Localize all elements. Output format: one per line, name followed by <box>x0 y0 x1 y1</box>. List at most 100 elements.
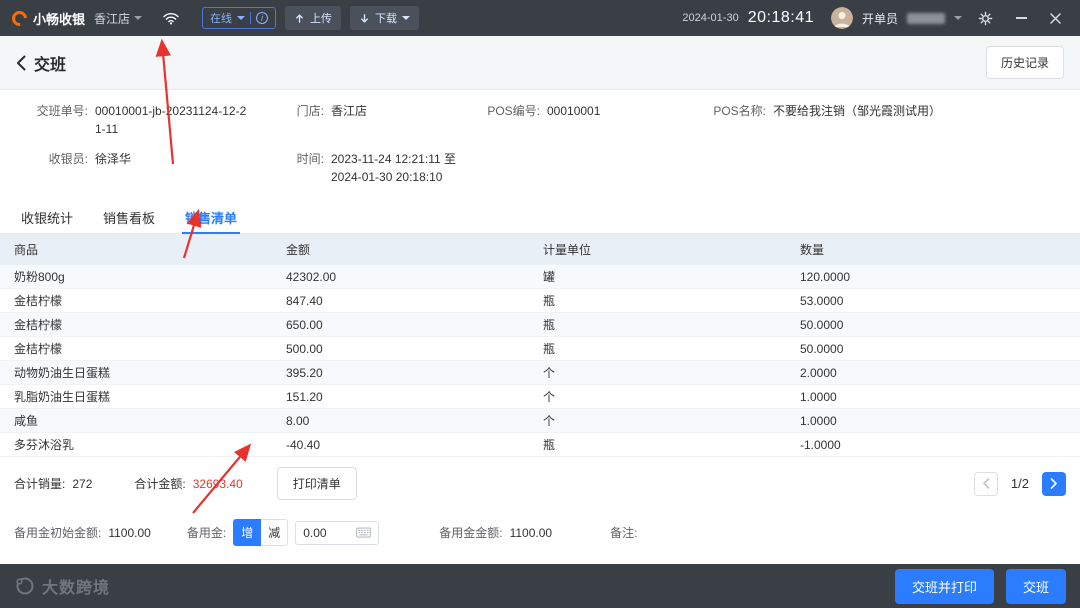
table-cell: 50.0000 <box>786 313 1080 337</box>
reserve-bar: 备用金初始金额: 1100.00 备用金: 增 减 0.00 备用金金额: 11… <box>0 509 1080 556</box>
table-row: 金桔柠檬500.00瓶50.0000 <box>0 337 1080 361</box>
reserve-amount-value: 1100.00 <box>510 526 553 540</box>
app-window: 小畅收银 香江店 在线 i 上传 下载 20 <box>0 0 1080 608</box>
sales-table-header: 商品 金额 计量单位 数量 <box>0 234 1080 265</box>
online-status-selector[interactable]: 在线 i <box>202 7 276 29</box>
store-label: 门店: <box>280 102 324 120</box>
download-button[interactable]: 下载 <box>350 6 419 30</box>
back-button[interactable]: 交班 <box>16 51 66 75</box>
table-cell: 8.00 <box>272 409 529 433</box>
keyboard-icon[interactable] <box>356 527 371 538</box>
tab-bar: 收银统计 销售看板 销售清单 <box>0 202 1080 234</box>
history-button[interactable]: 历史记录 <box>986 46 1064 79</box>
tab-sales-board[interactable]: 销售看板 <box>88 202 170 233</box>
total-amount-label: 合计金额: <box>134 475 185 492</box>
close-button[interactable] <box>1043 10 1068 27</box>
table-cell: 瓶 <box>529 289 786 313</box>
sales-table: 商品 金额 计量单位 数量 奶粉800g42302.00罐120.0000金桔柠… <box>0 234 1080 457</box>
brand-name: 大数跨境 <box>42 574 110 598</box>
footer-bar: 大数跨境 交班并打印 交班 <box>0 564 1080 608</box>
settings-button[interactable] <box>971 8 1000 29</box>
pos-name-value: 不要给我注销（邹光霞测试用） <box>773 102 941 120</box>
table-cell: -1.0000 <box>786 433 1080 457</box>
table-cell: -40.40 <box>272 433 529 457</box>
table-cell: 个 <box>529 361 786 385</box>
cashier-label: 收银员: <box>8 150 88 168</box>
total-qty-label: 合计销量: <box>14 475 65 492</box>
footer-actions: 交班并打印 交班 <box>895 569 1066 604</box>
table-cell: 乳脂奶油生日蛋糕 <box>0 385 272 409</box>
shift-no-label: 交班单号: <box>8 102 88 120</box>
table-cell: 瓶 <box>529 433 786 457</box>
role-label: 开单员 <box>862 10 898 27</box>
table-cell: 847.40 <box>272 289 529 313</box>
col-product: 商品 <box>0 234 272 265</box>
table-cell: 1.0000 <box>786 385 1080 409</box>
table-cell: 50.0000 <box>786 337 1080 361</box>
table-cell: 金桔柠檬 <box>0 313 272 337</box>
app-logo: 小畅收银 <box>12 9 85 28</box>
total-qty-value: 272 <box>72 477 92 491</box>
pos-name-field: POS名称: 不要给我注销（邹光霞测试用） <box>704 102 1080 138</box>
table-cell: 120.0000 <box>786 265 1080 289</box>
pos-no-label: POS编号: <box>478 102 540 120</box>
current-time: 20:18:41 <box>748 9 814 27</box>
shift-button[interactable]: 交班 <box>1006 569 1066 604</box>
wifi-icon <box>163 12 179 25</box>
minimize-icon <box>1016 17 1027 19</box>
brand-icon <box>14 575 36 597</box>
store-selector[interactable]: 香江店 <box>94 10 142 27</box>
col-quantity: 数量 <box>786 234 1080 265</box>
cashier-field: 收银员: 徐泽华 <box>8 150 280 186</box>
print-list-button[interactable]: 打印清单 <box>277 467 357 500</box>
note-label: 备注: <box>610 524 637 541</box>
chevron-down-icon <box>237 16 245 24</box>
username-redacted <box>907 13 945 24</box>
table-cell: 罐 <box>529 265 786 289</box>
summary-bar: 合计销量: 272 合计金额: 32693.40 打印清单 1/2 <box>0 457 1080 509</box>
upload-button[interactable]: 上传 <box>285 6 341 30</box>
logo-icon <box>9 7 30 28</box>
col-unit: 计量单位 <box>529 234 786 265</box>
time-value: 2023-11-24 12:21:11 至 2024-01-30 20:18:1… <box>331 150 483 186</box>
table-cell: 金桔柠檬 <box>0 337 272 361</box>
table-row: 咸鱼8.00个1.0000 <box>0 409 1080 433</box>
download-icon <box>359 13 370 24</box>
next-page-button[interactable] <box>1042 472 1066 496</box>
prev-page-button[interactable] <box>974 472 998 496</box>
table-header-row: 商品 金额 计量单位 数量 <box>0 234 1080 265</box>
chevron-down-icon[interactable] <box>954 16 962 24</box>
current-date: 2024-01-30 <box>682 12 738 24</box>
shift-and-print-button[interactable]: 交班并打印 <box>895 569 994 604</box>
sales-table-body: 奶粉800g42302.00罐120.0000金桔柠檬847.40瓶53.000… <box>0 265 1080 457</box>
table-row: 动物奶油生日蛋糕395.20个2.0000 <box>0 361 1080 385</box>
reserve-label: 备用金: <box>187 524 226 541</box>
time-label: 时间: <box>280 150 324 168</box>
table-cell: 个 <box>529 409 786 433</box>
shift-no-field: 交班单号: 00010001-jb-20231124-12-21-11 <box>8 102 280 138</box>
minimize-button[interactable] <box>1009 14 1034 22</box>
store-value: 香江店 <box>331 102 367 120</box>
table-cell: 2.0000 <box>786 361 1080 385</box>
table-cell: 500.00 <box>272 337 529 361</box>
reserve-mode-toggle: 增 减 <box>233 519 288 546</box>
col-amount: 金额 <box>272 234 529 265</box>
store-field: 门店: 香江店 <box>280 102 478 138</box>
table-cell: 奶粉800g <box>0 265 272 289</box>
tab-cashier-stats[interactable]: 收银统计 <box>6 202 88 233</box>
table-cell: 多芬沐浴乳 <box>0 433 272 457</box>
info-icon[interactable]: i <box>256 12 268 24</box>
shift-info: 交班单号: 00010001-jb-20231124-12-21-11 门店: … <box>0 90 1080 202</box>
decrease-button[interactable]: 减 <box>261 519 288 546</box>
table-cell: 动物奶油生日蛋糕 <box>0 361 272 385</box>
cashier-value: 徐泽华 <box>95 150 131 168</box>
tab-sales-list[interactable]: 销售清单 <box>170 202 252 233</box>
upload-icon <box>294 13 305 24</box>
table-cell: 个 <box>529 385 786 409</box>
info-row: 交班单号: 00010001-jb-20231124-12-21-11 门店: … <box>8 102 1080 138</box>
table-cell: 咸鱼 <box>0 409 272 433</box>
increase-button[interactable]: 增 <box>233 519 261 546</box>
avatar[interactable] <box>831 7 853 29</box>
chevron-down-icon <box>134 16 142 24</box>
reserve-amount-input[interactable]: 0.00 <box>295 521 379 545</box>
